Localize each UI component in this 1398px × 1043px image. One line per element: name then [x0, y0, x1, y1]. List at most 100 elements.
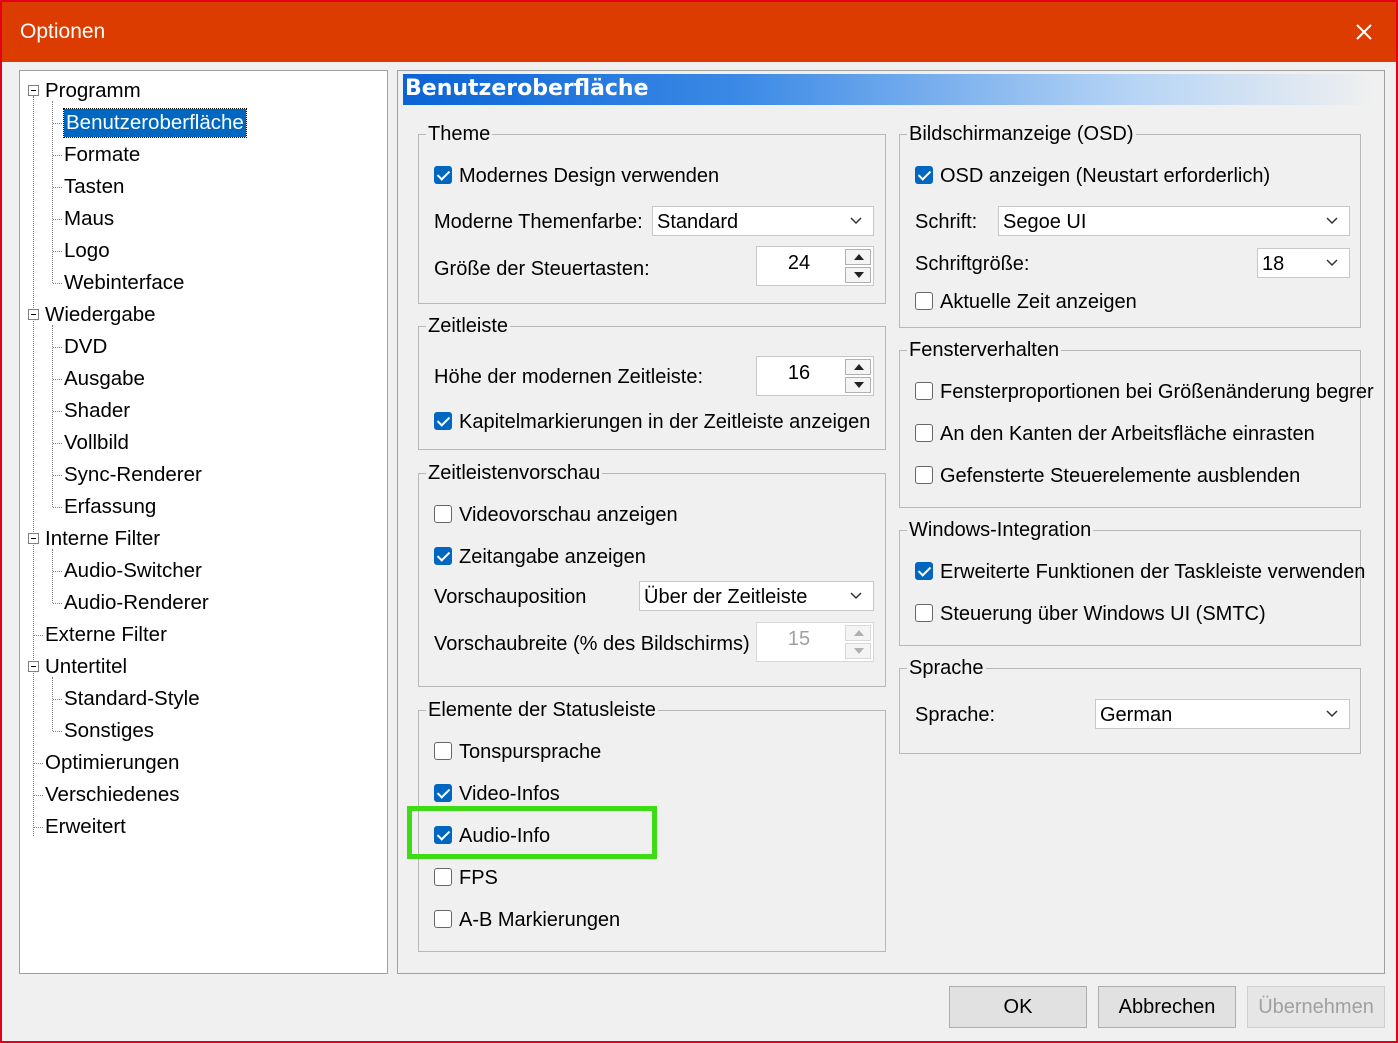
spin-up-button[interactable]: [845, 249, 871, 265]
tree-line: [53, 731, 62, 732]
tree-item[interactable]: Erfassung: [64, 493, 156, 521]
tree-item[interactable]: Programm: [45, 77, 141, 105]
theme-color-select[interactable]: Standard: [652, 206, 874, 236]
tree-item[interactable]: Shader: [64, 397, 130, 425]
tree-line: [53, 507, 62, 508]
checkbox-box[interactable]: [434, 505, 452, 523]
spin-up-button: [845, 625, 871, 641]
collapse-icon[interactable]: [28, 661, 39, 672]
tree-line: [53, 155, 62, 156]
tree-item[interactable]: Externe Filter: [45, 621, 167, 649]
checkbox-label: Erweiterte Funktionen der Taskleiste ver…: [940, 561, 1366, 583]
timeline-height-spinner[interactable]: 16: [756, 356, 874, 396]
tree-item[interactable]: Erweitert: [45, 813, 126, 841]
tree-line: [34, 827, 43, 828]
tree-item[interactable]: Logo: [64, 237, 110, 265]
tree-item[interactable]: Verschiedenes: [45, 781, 179, 809]
timeline-height-label: Höhe der modernen Zeitleiste:: [434, 366, 704, 388]
button-size-spinner[interactable]: 24: [756, 246, 874, 286]
tree-item[interactable]: Vollbild: [64, 429, 129, 457]
title-bar: Optionen: [2, 2, 1396, 62]
checkbox-box[interactable]: [915, 562, 933, 580]
osd-size-label: Schriftgröße:: [915, 253, 1030, 275]
group-timeline-preview: Zeitleistenvorschau Videovorschau anzeig…: [418, 461, 886, 687]
group-legend: Zeitleistenvorschau: [426, 461, 603, 485]
checkbox-label: Modernes Design verwenden: [459, 165, 720, 187]
theme-color-label: Moderne Themenfarbe:: [434, 211, 643, 233]
tree-item[interactable]: Audio-Renderer: [64, 589, 209, 617]
tree-item[interactable]: Webinterface: [64, 269, 184, 297]
tree-item[interactable]: Standard-Style: [64, 685, 200, 713]
tree-line: [53, 251, 62, 252]
tree-line: [53, 603, 62, 604]
checkbox-box[interactable]: [915, 604, 933, 622]
checkbox-label: Tonspursprache: [459, 741, 602, 763]
close-icon[interactable]: [1346, 14, 1382, 50]
checkbox-box[interactable]: [915, 424, 933, 442]
checkbox-label: OSD anzeigen (Neustart erforderlich): [940, 165, 1271, 187]
chevron-down-icon: [1326, 710, 1338, 718]
cancel-button[interactable]: Abbrechen: [1098, 986, 1236, 1028]
tree-item[interactable]: Sonstiges: [64, 717, 154, 745]
checkbox-box[interactable]: [434, 910, 452, 928]
tree-item[interactable]: Benutzeroberfläche: [63, 108, 247, 138]
select-value: Segoe UI: [1003, 211, 1087, 233]
tree-line: [53, 379, 62, 380]
tree-line: [53, 443, 62, 444]
collapse-icon[interactable]: [28, 85, 39, 96]
tree-line: [53, 571, 62, 572]
tree-line: [34, 795, 43, 796]
checkbox-label: Video-Infos: [459, 783, 560, 805]
checkbox-label: Videovorschau anzeigen: [459, 504, 678, 526]
checkbox-box[interactable]: [434, 742, 452, 760]
checkbox-label: Gefensterte Steuerelemente ausblenden: [940, 465, 1301, 487]
options-dialog: Optionen Programm Benutzeroberfläche Forma…: [0, 0, 1398, 1043]
group-legend: Bildschirmanzeige (OSD): [907, 122, 1136, 146]
group-theme: Theme Modernes Design verwenden Moderne …: [418, 122, 886, 304]
checkbox-box[interactable]: [434, 826, 452, 844]
ok-button[interactable]: OK: [949, 986, 1087, 1028]
checkbox-label: An den Kanten der Arbeitsfläche einraste…: [940, 423, 1315, 445]
checkbox-box[interactable]: [915, 382, 933, 400]
collapse-icon[interactable]: [28, 309, 39, 320]
language-select[interactable]: German: [1095, 699, 1350, 729]
checkbox-box[interactable]: [434, 412, 452, 430]
tree-item[interactable]: Audio-Switcher: [64, 557, 202, 585]
checkbox-box[interactable]: [915, 466, 933, 484]
tree-item[interactable]: Interne Filter: [45, 525, 160, 553]
collapse-icon[interactable]: [28, 533, 39, 544]
tree-item[interactable]: Tasten: [64, 173, 124, 201]
spin-down-button[interactable]: [845, 377, 871, 393]
panel-header: Benutzeroberfläche: [403, 74, 1375, 105]
checkbox-label: Steuerung über Windows UI (SMTC): [940, 603, 1266, 625]
tree-line: [53, 283, 62, 284]
tree-line: [33, 96, 34, 836]
checkbox-box[interactable]: [434, 166, 452, 184]
checkbox-box[interactable]: [915, 292, 933, 310]
select-value: German: [1100, 704, 1173, 726]
group-legend: Zeitleiste: [426, 314, 511, 338]
tree-item[interactable]: Optimierungen: [45, 749, 179, 777]
osd-size-select[interactable]: 18: [1257, 248, 1350, 278]
checkbox-box[interactable]: [915, 166, 933, 184]
tree-line: [53, 347, 62, 348]
osd-font-label: Schrift:: [915, 211, 978, 233]
spin-down-button[interactable]: [845, 267, 871, 283]
tree-line: [53, 219, 62, 220]
tree-item[interactable]: Wiedergabe: [45, 301, 156, 329]
tree-line: [53, 699, 62, 700]
tree-item[interactable]: DVD: [64, 333, 107, 361]
checkbox-box[interactable]: [434, 868, 452, 886]
checkbox-box[interactable]: [434, 784, 452, 802]
tree-line: [53, 123, 62, 124]
osd-font-select[interactable]: Segoe UI: [998, 206, 1350, 236]
spin-up-button[interactable]: [845, 359, 871, 375]
tree-item[interactable]: Ausgabe: [64, 365, 145, 393]
tree-item[interactable]: Sync-Renderer: [64, 461, 202, 489]
checkbox-box[interactable]: [434, 547, 452, 565]
spinner-value: 24: [787, 252, 811, 274]
tree-item[interactable]: Untertitel: [45, 653, 127, 681]
preview-position-select[interactable]: Über der Zeitleiste: [639, 581, 874, 611]
tree-item[interactable]: Maus: [64, 205, 114, 233]
tree-item[interactable]: Formate: [64, 141, 140, 169]
